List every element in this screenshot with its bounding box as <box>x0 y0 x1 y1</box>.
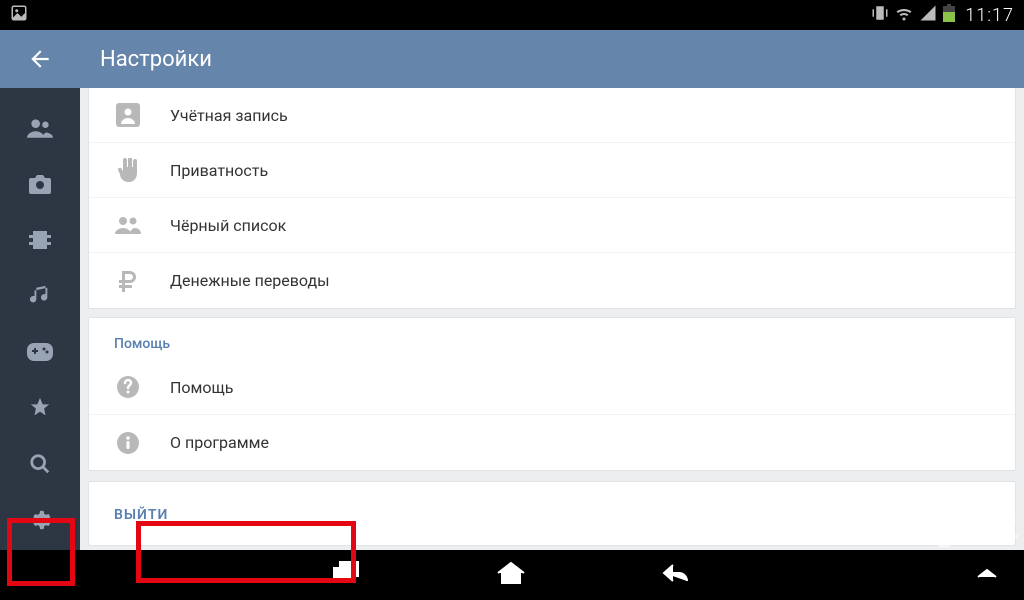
logout-label: ВЫЙТИ <box>114 507 168 523</box>
row-about[interactable]: О программе <box>89 415 1015 470</box>
row-logout[interactable]: ВЫЙТИ <box>89 482 1015 545</box>
main-container: Настройки Учётная запись Приватность Чёр… <box>0 30 1024 550</box>
row-label: Чёрный список <box>170 216 286 235</box>
home-button[interactable] <box>496 561 526 589</box>
account-icon <box>114 101 142 129</box>
settings-card-help: Помощь Помощь О программе <box>88 317 1016 471</box>
battery-icon <box>943 4 955 26</box>
row-label: Помощь <box>170 378 233 397</box>
sidebar-item-games[interactable] <box>27 324 53 380</box>
android-nav-bar <box>0 550 1024 600</box>
row-label: Денежные переводы <box>170 271 330 290</box>
recent-apps-button[interactable] <box>333 561 361 589</box>
page-title-bar: Настройки <box>80 30 1024 88</box>
help-section-header: Помощь <box>89 318 1015 360</box>
settings-card-logout: ВЫЙТИ <box>88 481 1016 546</box>
row-blacklist[interactable]: Чёрный список <box>89 198 1015 253</box>
row-label: О программе <box>170 433 269 452</box>
status-clock: 11:17 <box>965 5 1014 26</box>
vibrate-icon <box>871 4 889 26</box>
sidebar <box>0 30 80 550</box>
page-title: Настройки <box>100 47 212 72</box>
sidebar-item-favorites[interactable] <box>27 380 53 436</box>
hand-icon <box>114 156 142 184</box>
settings-scroll[interactable]: Учётная запись Приватность Чёрный список… <box>80 88 1024 550</box>
sidebar-item-videos[interactable] <box>27 212 53 268</box>
android-back-button[interactable] <box>661 562 691 588</box>
back-arrow-icon <box>27 46 53 72</box>
people-icon <box>114 211 142 239</box>
sidebar-item-photos[interactable] <box>27 156 53 212</box>
back-button[interactable] <box>0 30 80 88</box>
settings-card-main: Учётная запись Приватность Чёрный список… <box>88 88 1016 309</box>
info-icon <box>114 429 142 457</box>
image-placeholder-icon <box>10 4 28 26</box>
menu-caret-button[interactable] <box>975 566 999 585</box>
android-status-bar: 11:17 <box>0 0 1024 30</box>
row-account[interactable]: Учётная запись <box>89 88 1015 143</box>
sidebar-item-settings[interactable] <box>27 492 53 548</box>
ruble-icon <box>114 267 142 295</box>
row-privacy[interactable]: Приватность <box>89 143 1015 198</box>
content: Настройки Учётная запись Приватность Чёр… <box>80 30 1024 550</box>
help-icon <box>114 373 142 401</box>
row-label: Учётная запись <box>170 106 288 125</box>
row-money[interactable]: Денежные переводы <box>89 253 1015 308</box>
sidebar-item-friends[interactable] <box>27 100 53 156</box>
wifi-icon <box>895 4 913 26</box>
sidebar-item-search[interactable] <box>27 436 53 492</box>
signal-icon <box>919 4 937 26</box>
row-help[interactable]: Помощь <box>89 360 1015 415</box>
sidebar-item-music[interactable] <box>27 268 53 324</box>
row-label: Приватность <box>170 161 268 180</box>
